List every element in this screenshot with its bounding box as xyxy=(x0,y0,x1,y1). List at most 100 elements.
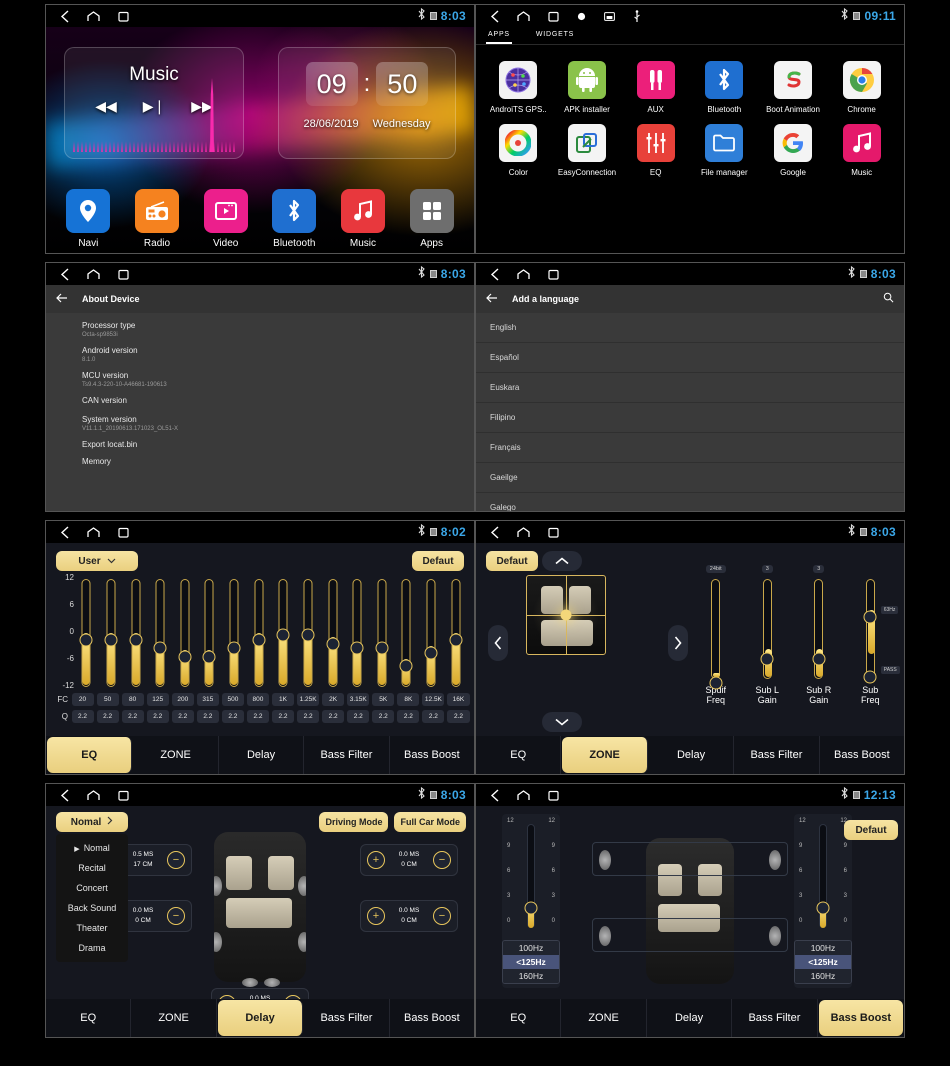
next-track-button[interactable]: ▶▶ xyxy=(191,98,213,115)
eq-band-slider[interactable] xyxy=(345,577,370,689)
google-g-icon[interactable] xyxy=(773,124,812,162)
recents-icon[interactable] xyxy=(118,269,129,280)
eq-fc-cell[interactable]: 20 xyxy=(71,693,94,706)
tab-eq[interactable]: EQ xyxy=(47,737,133,773)
list-item[interactable]: Français xyxy=(476,433,904,463)
delay-channel-rear-right[interactable]: + 0.0 MS 0 CM − xyxy=(360,900,458,932)
eq-fc-cell[interactable]: 1.25K xyxy=(297,693,320,706)
eq-q-cell[interactable]: 2.2 xyxy=(96,710,119,723)
dock-item-apps[interactable]: Apps xyxy=(404,189,460,249)
list-item[interactable]: Galego xyxy=(476,493,904,511)
bass-boost-default-button[interactable]: Defaut xyxy=(844,820,898,840)
audio-tabbar[interactable]: EQ ZONE Delay Bass Filter Bass Boost xyxy=(46,736,474,774)
bass-boost-meter-right[interactable]: 12 12 9 9 6 6 3 3 0 0 100Hz <125Hz 160Hz xyxy=(794,814,852,988)
list-item[interactable]: Filipino xyxy=(476,403,904,433)
zone-slider-knob[interactable] xyxy=(760,652,774,665)
driving-mode-button[interactable]: Driving Mode xyxy=(319,812,389,832)
eq-default-button[interactable]: Defaut xyxy=(412,551,464,571)
delay-menu-item[interactable]: Drama xyxy=(56,938,128,958)
app-grid[interactable]: AndroiTS GPS.. APK installer AUX Bluetoo… xyxy=(476,45,904,193)
eq-band-slider[interactable] xyxy=(246,577,271,689)
about-row[interactable]: Android version 8.1.0 xyxy=(46,338,474,363)
eq-band-slider[interactable] xyxy=(148,577,173,689)
app-item-color[interactable]: Color xyxy=(484,124,553,177)
eq-fc-cell[interactable]: 1K xyxy=(272,693,295,706)
back-icon[interactable] xyxy=(490,788,499,802)
eq-band-slider[interactable] xyxy=(123,577,148,689)
app-item-aux[interactable]: AUX xyxy=(621,61,690,114)
list-item[interactable]: Español xyxy=(476,343,904,373)
bluetooth-icon[interactable] xyxy=(272,189,317,233)
car-seat-map[interactable] xyxy=(526,575,606,655)
eq-slider-knob[interactable] xyxy=(449,633,463,646)
about-row[interactable]: Processor type Octa-sp9853i xyxy=(46,313,474,338)
eq-q-cell[interactable]: 2.2 xyxy=(196,710,219,723)
app-item-bluetooth[interactable]: Bluetooth xyxy=(690,61,759,114)
eq-q-cells[interactable]: 2.2 2.2 2.2 2.2 2.2 2.2 2.2 2.2 2.2 2.2 2.2 2.2 2.2 2… xyxy=(70,710,471,723)
usb-icon[interactable] xyxy=(633,9,641,23)
home-icon[interactable] xyxy=(517,789,530,801)
zone-slider-knob[interactable] xyxy=(812,652,826,665)
system-nav-icons[interactable] xyxy=(484,788,559,802)
tab-bass-filter[interactable]: Bass Filter xyxy=(304,999,390,1037)
system-nav-icons[interactable] xyxy=(54,788,129,802)
bb-frequency-option[interactable]: <125Hz xyxy=(503,955,559,969)
eq-band-slider[interactable] xyxy=(173,577,198,689)
music-widget[interactable]: Music ◀◀ ▶❘ ▶▶ xyxy=(64,47,244,159)
zone-slider[interactable]: _63HzPASSSubFreq xyxy=(848,557,900,736)
tab-zone[interactable]: ZONE xyxy=(562,737,648,773)
zone-slider[interactable]: 24bit Spdif Freq xyxy=(693,557,738,736)
back-icon[interactable] xyxy=(490,267,499,281)
recents-icon[interactable] xyxy=(548,11,559,22)
decrease-button[interactable]: − xyxy=(433,907,451,925)
back-icon[interactable] xyxy=(60,525,69,539)
about-row[interactable]: MCU version Ts9.4.3-220-10-A46681-190613 xyxy=(46,363,474,388)
delay-menu-item[interactable]: Concert xyxy=(56,878,128,898)
increase-button[interactable]: + xyxy=(367,907,385,925)
eq-q-cell[interactable]: 2.2 xyxy=(297,710,320,723)
bluetooth-icon[interactable] xyxy=(705,61,744,99)
dock-item-video[interactable]: Video xyxy=(198,189,254,249)
eq-q-cell[interactable]: 2.2 xyxy=(322,710,345,723)
dock-item-bluetooth[interactable]: Bluetooth xyxy=(266,189,322,249)
eq-band-slider[interactable] xyxy=(296,577,321,689)
app-item-chrome[interactable]: Chrome xyxy=(827,61,896,114)
zone-slider-knob[interactable] xyxy=(863,670,877,684)
zone-slider-track[interactable] xyxy=(709,579,723,689)
bb-frequency-option[interactable]: 160Hz xyxy=(795,969,851,983)
bb-frequency-option[interactable]: 100Hz xyxy=(503,941,559,955)
drawer-tabs[interactable]: APPS WIDGETS xyxy=(476,27,904,45)
equalizer-icon[interactable] xyxy=(636,124,675,162)
eq-band-slider[interactable] xyxy=(222,577,247,689)
tab-widgets[interactable]: WIDGETS xyxy=(534,29,576,44)
home-icon[interactable] xyxy=(517,10,530,22)
location-pin-icon[interactable] xyxy=(66,189,111,233)
about-row[interactable]: Export locat.bin xyxy=(46,432,474,449)
eq-band-slider[interactable] xyxy=(443,577,468,689)
bass-boost-meter-left[interactable]: 12 12 9 9 6 6 3 3 0 0 100Hz <125Hz 160Hz xyxy=(502,814,560,988)
tab-bass-boost[interactable]: Bass Boost xyxy=(390,999,474,1037)
eq-band-slider[interactable] xyxy=(419,577,444,689)
zone-slider[interactable]: 3 Sub L Gain xyxy=(745,557,790,736)
eq-band-slider[interactable] xyxy=(99,577,124,689)
chevron-left-icon[interactable] xyxy=(488,624,508,661)
eq-slider-knob[interactable] xyxy=(153,641,167,655)
recents-icon[interactable] xyxy=(118,527,129,538)
app-item-easyconnection[interactable]: EasyConnection xyxy=(553,124,622,177)
eq-q-cell[interactable]: 2.2 xyxy=(171,710,194,723)
dock-item-radio[interactable]: Radio xyxy=(129,189,185,249)
music-widget-controls[interactable]: ◀◀ ▶❘ ▶▶ xyxy=(65,98,243,115)
decrease-button[interactable]: − xyxy=(433,851,451,869)
bb-frequency-options[interactable]: 100Hz <125Hz 160Hz xyxy=(794,940,852,984)
about-rows[interactable]: Processor type Octa-sp9853i Android vers… xyxy=(46,313,474,511)
back-icon[interactable] xyxy=(490,525,499,539)
tab-eq[interactable]: EQ xyxy=(46,999,132,1037)
eq-q-cell[interactable]: 2.2 xyxy=(121,710,144,723)
eq-q-cell[interactable]: 2.2 xyxy=(447,710,470,723)
boot-s-icon[interactable] xyxy=(773,61,812,99)
eq-fc-cell[interactable]: 500 xyxy=(221,693,244,706)
tab-bass-filter[interactable]: Bass Filter xyxy=(304,736,390,774)
home-dock[interactable]: Navi Radio Video Bluetooth Music Apps xyxy=(46,189,474,249)
eq-fc-cell[interactable]: 125 xyxy=(146,693,169,706)
bb-frequency-option[interactable]: 100Hz xyxy=(795,941,851,955)
